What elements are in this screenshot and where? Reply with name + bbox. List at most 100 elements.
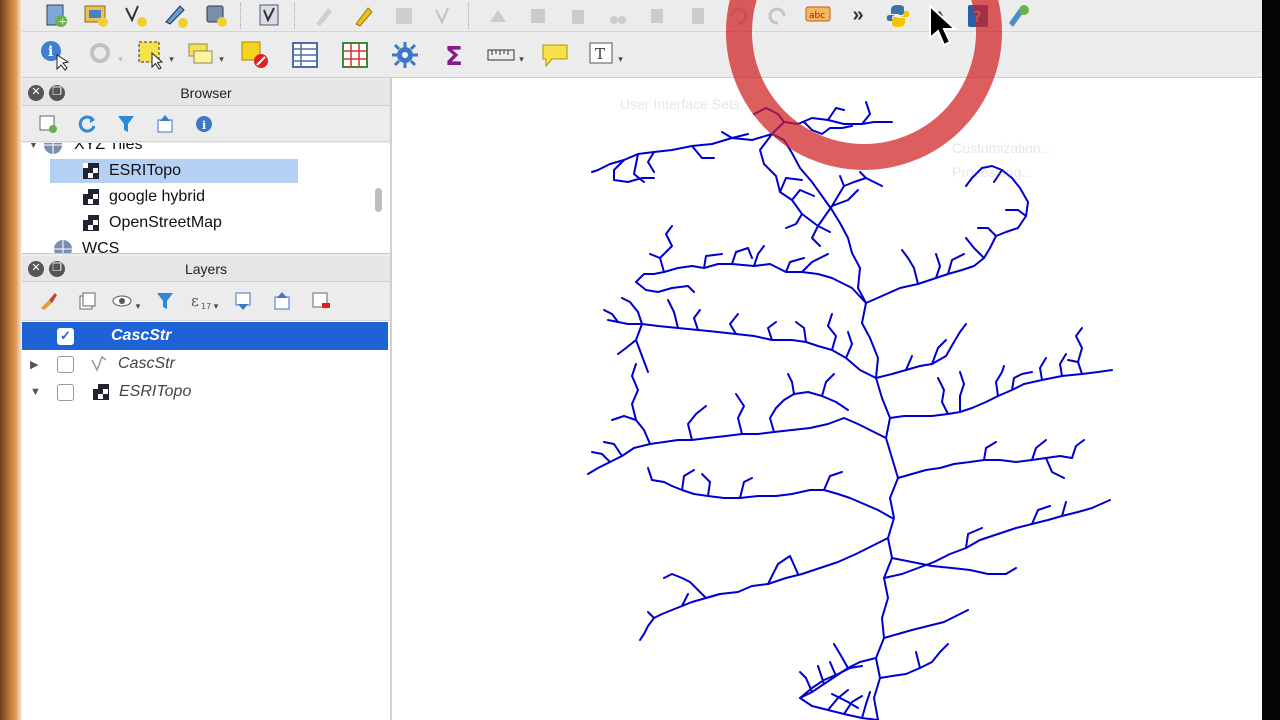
map-canvas[interactable]: User Interface Sets... Customization... …	[392, 78, 1262, 720]
remove-layer-icon[interactable]	[301, 286, 340, 316]
layer-visibility-checkbox[interactable]: ✓	[57, 327, 74, 345]
tree-item-label: XYZ Tiles	[74, 143, 143, 153]
filter-icon[interactable]	[106, 109, 145, 139]
layer-row-esritopo[interactable]: ▼ ESRITopo	[22, 378, 388, 406]
vertex-tool-icon[interactable]	[250, 1, 290, 31]
browser-panel-header: ✕ ❐ Browser	[22, 80, 390, 106]
tree-item-esritopo[interactable]: ESRITopo	[50, 159, 298, 183]
add-group-icon[interactable]	[67, 286, 106, 316]
close-icon[interactable]: ✕	[28, 260, 44, 277]
layer-visibility-checkbox[interactable]	[57, 355, 74, 373]
statistics-icon[interactable]	[330, 35, 380, 75]
text-annotation-icon[interactable]: T ▾	[580, 35, 630, 75]
edit-pencil-icon[interactable]	[344, 1, 384, 31]
qgis-window: + abc » ? i ▾ ▾ ▾ Σ ▾ T ▾ ✕ ❐ Browser i …	[22, 0, 1262, 720]
mouse-cursor-icon	[929, 4, 958, 47]
expand-arrow-icon[interactable]: ▼	[28, 143, 42, 151]
tree-item-label: ESRITopo	[109, 162, 182, 179]
plugin-icon[interactable]	[998, 1, 1038, 31]
ghost-menu-item: User Interface Sets...	[620, 96, 752, 112]
svg-text:Σ: Σ	[445, 42, 463, 70]
collapse-arrow-icon[interactable]: ▼	[30, 386, 44, 398]
move-feature-icon	[478, 1, 518, 31]
new-project-icon[interactable]: +	[36, 1, 76, 31]
globe-icon	[54, 240, 72, 253]
layer-label: CascStr	[111, 327, 172, 344]
save-edits-icon	[384, 1, 424, 31]
delete-selected-icon	[558, 1, 598, 31]
layers-panel-header: ✕ ❐ Layers	[22, 256, 390, 282]
collapse-all-icon[interactable]	[262, 286, 301, 316]
svg-text:i: i	[202, 119, 206, 132]
add-selected-layers-icon[interactable]	[28, 109, 67, 139]
window-left-edge	[0, 0, 22, 720]
svg-text:+: +	[59, 16, 67, 27]
measure-icon[interactable]: ▾	[480, 35, 530, 75]
layers-toolbar: ▾ ε 17 ▾	[22, 282, 390, 321]
layer-row-cascstr[interactable]: ▶ CascStr	[22, 350, 388, 378]
attributes-toolbar: i ▾ ▾ ▾ Σ ▾ T ▾	[22, 32, 1262, 78]
digitize-icon[interactable]	[156, 1, 196, 31]
refresh-icon[interactable]	[67, 109, 106, 139]
copy-features-icon	[638, 1, 678, 31]
layers-tree: ✓ CascStr ▶ CascStr ▼ ESRITopo	[22, 321, 390, 720]
float-panel-icon[interactable]: ❐	[49, 260, 65, 277]
browser-toolbar: i	[22, 106, 390, 142]
new-vector-layer-icon[interactable]	[116, 1, 156, 31]
map-tips-icon[interactable]	[530, 35, 580, 75]
select-feature-icon[interactable]: ▾	[130, 35, 180, 75]
window-right-edge	[1262, 0, 1280, 720]
expand-arrow-icon[interactable]: ▶	[30, 358, 44, 371]
digitizing-toolbar: + abc » ?	[22, 0, 1262, 32]
tree-item-wcs[interactable]: WCS	[52, 237, 120, 254]
tree-item-openstreetmap[interactable]: OpenStreetMap	[82, 211, 222, 235]
xyz-tile-icon	[83, 189, 99, 205]
svg-text:T: T	[595, 45, 605, 63]
layer-row-cascstr-selected[interactable]: ✓ CascStr	[22, 322, 388, 350]
stream-network	[587, 101, 1113, 720]
ghost-menu-item: Customization...	[952, 140, 1053, 156]
action-icon: ▾	[80, 35, 130, 75]
manage-visibility-icon[interactable]: ▾	[106, 286, 145, 316]
paste-features-icon	[678, 1, 718, 31]
ghost-menu-item: Processing...	[952, 164, 1033, 180]
layer-label: CascStr	[118, 355, 175, 372]
add-feature-icon	[424, 1, 464, 31]
layers-panel-title: Layers	[184, 260, 228, 277]
svg-text:ε: ε	[191, 292, 199, 310]
style-paintbrush-icon[interactable]	[28, 286, 67, 316]
tree-item-xyz-tiles[interactable]: ▼ XYZ Tiles	[28, 143, 142, 157]
float-panel-icon[interactable]: ❐	[49, 84, 65, 101]
line-layer-icon	[91, 355, 107, 372]
tree-item-label: OpenStreetMap	[109, 214, 222, 231]
expand-all-icon[interactable]	[223, 286, 262, 316]
sum-icon[interactable]: Σ	[430, 35, 480, 75]
deselect-icon[interactable]: ▾	[180, 35, 230, 75]
xyz-tile-icon	[83, 163, 99, 179]
browser-scrollbar[interactable]	[375, 188, 382, 212]
xyz-tile-icon	[83, 215, 99, 231]
edit-pencil-disabled-icon	[304, 1, 344, 31]
globe-icon	[44, 143, 62, 154]
new-geopackage-icon[interactable]	[196, 1, 236, 31]
tree-item-label: WCS	[82, 240, 120, 254]
layer-visibility-checkbox[interactable]	[57, 383, 74, 401]
open-data-source-manager-icon[interactable]	[76, 1, 116, 31]
settings-gear-icon[interactable]	[380, 35, 430, 75]
filter-expression-icon[interactable]: ε 17 ▾	[184, 286, 223, 316]
properties-info-icon[interactable]: i	[184, 109, 223, 139]
close-icon[interactable]: ✕	[28, 84, 44, 101]
cut-features-icon	[598, 1, 638, 31]
identify-icon[interactable]: i	[30, 35, 80, 75]
layer-label: ESRITopo	[119, 383, 192, 400]
collapse-all-icon[interactable]	[145, 109, 184, 139]
raster-layer-icon	[93, 384, 109, 400]
open-attribute-table-icon[interactable]	[280, 35, 330, 75]
tree-item-label: google hybrid	[109, 188, 206, 205]
filter-legend-icon[interactable]	[145, 286, 184, 316]
deselect-all-icon[interactable]	[230, 35, 280, 75]
node-tool-icon	[518, 1, 558, 31]
tree-item-google-hybrid[interactable]: google hybrid	[82, 185, 205, 209]
browser-tree: ▼ XYZ Tiles ESRITopo google hybrid OpenS…	[22, 143, 390, 254]
svg-text:17: 17	[201, 302, 211, 311]
